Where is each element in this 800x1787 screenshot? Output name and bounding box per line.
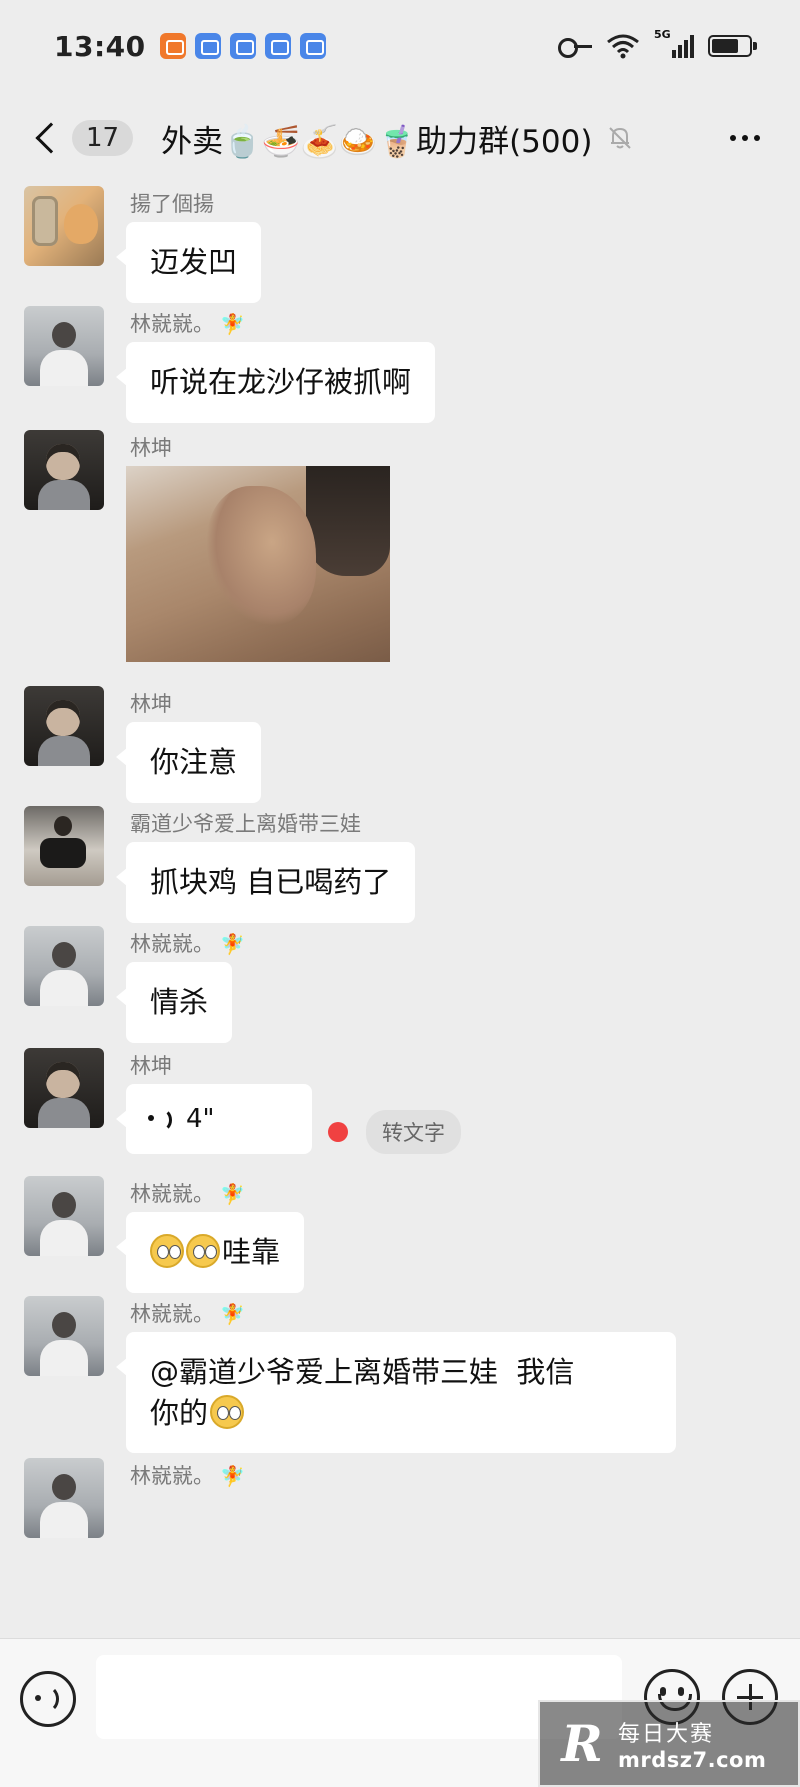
- message-list[interactable]: 揚了個揚 迈发凹 林㠇㠇。 🧚 听说在龙沙仔被抓啊 林坤 林坤 你注意 霸道少爷爱…: [0, 184, 800, 1638]
- fairy-icon: 🧚: [220, 1464, 245, 1488]
- back-chevron-icon: [35, 122, 67, 154]
- fairy-icon: 🧚: [220, 312, 245, 336]
- sender-name: 林㠇㠇。: [130, 1182, 214, 1206]
- sender-name-wrap: 林㠇㠇。 🧚: [130, 928, 245, 958]
- more-options-button[interactable]: [720, 125, 770, 151]
- watermark-title: 每日大赛: [618, 1721, 715, 1747]
- app-icon-orange: [159, 33, 186, 59]
- shocked-emoji-icon: [210, 1394, 245, 1429]
- sender-name: 林㠇㠇。: [130, 1302, 214, 1326]
- app-icon-blue: [194, 33, 221, 59]
- voice-message[interactable]: 4": [116, 1084, 312, 1154]
- shocked-emoji-icon: [186, 1234, 220, 1268]
- message-bubble[interactable]: 情杀: [115, 962, 233, 1043]
- voice-waves-icon: [148, 1106, 172, 1132]
- watermark-logo: R: [561, 1714, 603, 1773]
- more-dots-icon: [730, 135, 736, 141]
- shocked-emoji-icon: [150, 1234, 184, 1268]
- image-message[interactable]: [126, 466, 390, 662]
- chat-title: 外卖🍵🍜🍝🍛🧋助力群(500): [161, 123, 593, 160]
- message-bubble[interactable]: 听说在龙沙仔被抓啊: [115, 342, 436, 423]
- key-icon: [558, 36, 592, 58]
- avatar[interactable]: [24, 1048, 104, 1128]
- sender-name: 林坤: [130, 436, 172, 460]
- sender-name-wrap: 林㠇㠇。 🧚: [130, 1178, 245, 1208]
- sender-name-wrap: 林㠇㠇。 🧚: [130, 1298, 245, 1328]
- message-text: 哇靠: [222, 1235, 281, 1269]
- app-icon-mail: [299, 33, 326, 59]
- avatar[interactable]: [24, 686, 104, 766]
- avatar[interactable]: [24, 1296, 104, 1376]
- notification-icons: [159, 33, 326, 59]
- app-icon-blue: [229, 33, 256, 59]
- wifi-icon: [607, 34, 639, 59]
- convert-to-text-button[interactable]: 转文字: [366, 1110, 461, 1154]
- watermark: R 每日大赛 mrdsz7.com: [538, 1700, 800, 1787]
- back-button[interactable]: 17: [30, 120, 134, 156]
- message-bubble[interactable]: 抓块鸡 自已喝药了: [115, 842, 416, 923]
- avatar[interactable]: [24, 806, 104, 886]
- message-text-line1: @霸道少爷爱上离婚带三娃 我信: [150, 1355, 575, 1389]
- sender-name-wrap: 林㠇㠇。 🧚: [130, 308, 245, 338]
- avatar[interactable]: [24, 306, 104, 386]
- fairy-icon: 🧚: [220, 1302, 245, 1326]
- voice-input-button[interactable]: [20, 1671, 76, 1727]
- sender-name: 霸道少爷爱上离婚带三娃: [130, 812, 361, 836]
- watermark-url: mrdsz7.com: [618, 1747, 767, 1772]
- avatar[interactable]: [24, 186, 104, 266]
- unread-count-badge: 17: [72, 120, 134, 156]
- sender-name: 林㠇㠇。: [130, 932, 214, 956]
- system-indicators: 5G: [558, 28, 757, 59]
- message-bubble[interactable]: @霸道少爷爱上离婚带三娃 我信 你的: [116, 1332, 676, 1454]
- message-bubble[interactable]: 你注意: [115, 722, 262, 803]
- sender-name: 林坤: [130, 1054, 172, 1078]
- message-bubble[interactable]: 迈发凹: [115, 222, 262, 303]
- sender-name: 揚了個揚: [130, 192, 214, 216]
- avatar[interactable]: [24, 926, 104, 1006]
- sender-name-wrap: 林㠇㠇。 🧚: [130, 1460, 245, 1490]
- voice-duration: 4": [186, 1104, 215, 1134]
- avatar[interactable]: [24, 430, 104, 510]
- network-type-label: 5G: [654, 28, 671, 41]
- signal-icon: 5G: [654, 28, 694, 58]
- battery-icon: [708, 35, 757, 57]
- chat-header: 17 外卖🍵🍜🍝🍛🧋助力群(500): [0, 92, 800, 184]
- status-time: 13:40: [54, 29, 146, 63]
- message-bubble[interactable]: 哇靠: [115, 1212, 305, 1293]
- app-icon-blue: [264, 33, 291, 59]
- avatar[interactable]: [24, 1458, 104, 1538]
- fairy-icon: 🧚: [220, 932, 245, 956]
- message-text-line2: 你的: [150, 1395, 209, 1430]
- fairy-icon: 🧚: [220, 1182, 245, 1206]
- sender-name: 林㠇㠇。: [130, 1464, 214, 1488]
- mute-bell-icon: [609, 127, 632, 149]
- sender-name: 林㠇㠇。: [130, 312, 214, 336]
- avatar[interactable]: [24, 1176, 104, 1256]
- status-bar: 13:40 5G: [0, 0, 800, 92]
- unread-voice-dot: [328, 1122, 348, 1142]
- sender-name: 林坤: [130, 692, 172, 716]
